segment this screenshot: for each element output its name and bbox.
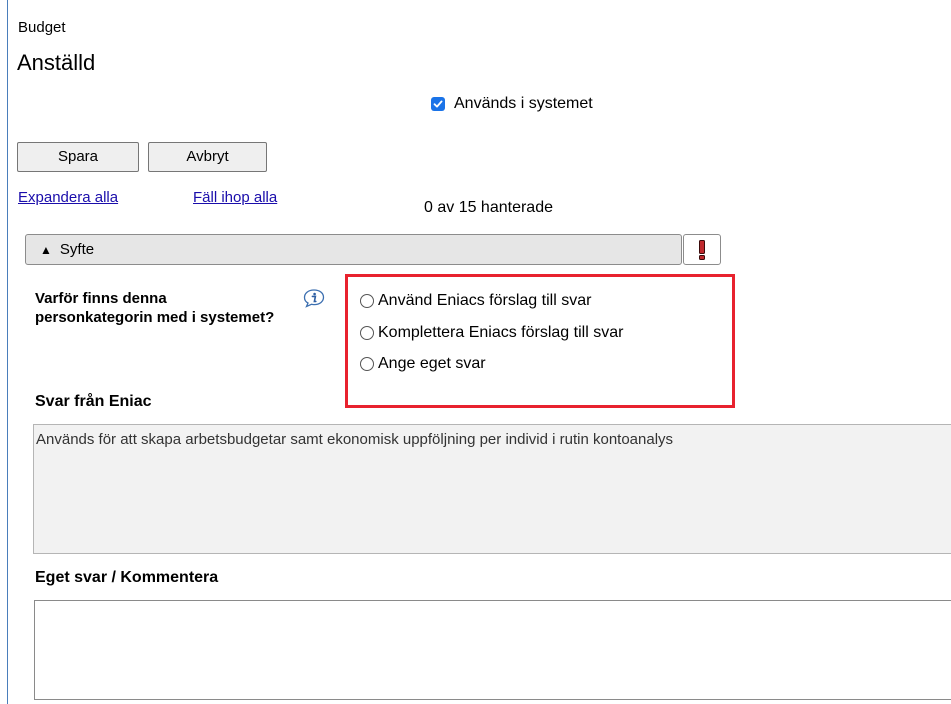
checkmark-icon[interactable] xyxy=(431,97,445,111)
page-title: Anställd xyxy=(17,50,96,75)
window-frame-border xyxy=(7,0,8,704)
option-label: Använd Eniacs förslag till svar xyxy=(378,292,592,309)
section-title: Syfte xyxy=(59,241,95,258)
question-text: Varför finns denna personkategorin med i… xyxy=(35,290,275,326)
option-complement-eniac[interactable]: Komplettera Eniacs förslag till svar xyxy=(360,324,623,342)
breadcrumb: Budget xyxy=(18,19,66,36)
triangle-up-icon: ▲ xyxy=(40,242,52,257)
option-label: Ange eget svar xyxy=(378,355,486,372)
save-button[interactable]: Spara xyxy=(17,142,139,172)
exclamation-icon xyxy=(699,239,705,260)
section-header-syfte[interactable]: ▲ Syfte xyxy=(25,234,682,265)
info-bubble-icon[interactable] xyxy=(303,288,325,313)
radio-complement-eniac[interactable] xyxy=(360,326,374,340)
handled-counter: 0 av 15 hanterade xyxy=(424,199,553,216)
eniac-answer-heading: Svar från Eniac xyxy=(35,393,152,410)
radio-own-answer[interactable] xyxy=(360,357,374,371)
radio-use-eniac[interactable] xyxy=(360,294,374,308)
option-use-eniac[interactable]: Använd Eniacs förslag till svar xyxy=(360,292,591,310)
used-in-system-label: Används i systemet xyxy=(454,95,593,112)
expand-all-link[interactable]: Expandera alla xyxy=(18,189,118,206)
eniac-answer-text: Används för att skapa arbetsbudgetar sam… xyxy=(33,424,951,554)
warning-button[interactable] xyxy=(683,234,721,265)
option-own-answer[interactable]: Ange eget svar xyxy=(360,355,486,373)
cancel-button[interactable]: Avbryt xyxy=(148,142,267,172)
own-answer-textarea[interactable] xyxy=(34,600,951,700)
used-in-system-checkbox[interactable]: Används i systemet xyxy=(431,95,593,113)
option-label: Komplettera Eniacs förslag till svar xyxy=(378,324,624,341)
collapse-all-link[interactable]: Fäll ihop alla xyxy=(193,189,277,206)
own-answer-heading: Eget svar / Kommentera xyxy=(35,569,219,586)
